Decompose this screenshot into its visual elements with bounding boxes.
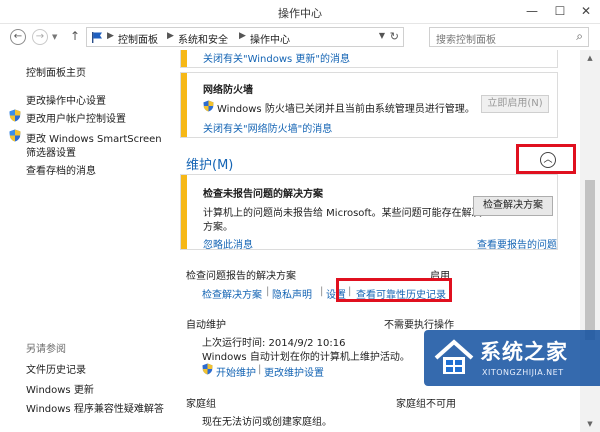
change-maintenance-settings-link[interactable]: 更改维护设置 — [264, 364, 324, 379]
firewall-card: 网络防火墙 Windows 防火墙已关闭并且当前由系统管理员进行管理。 立即启用… — [180, 72, 558, 138]
report-solutions-label: 检查问题报告的解决方案 — [186, 271, 296, 282]
warning-stripe — [181, 50, 187, 67]
recent-pages-dropdown-icon[interactable]: ▼ — [52, 33, 57, 41]
last-run-time: 上次运行时间: 2014/9/2 10:16 — [202, 338, 346, 349]
forward-button[interactable]: → — [32, 29, 48, 45]
sidebar-item-smartscreen[interactable]: 更改 Windows SmartScreen — [26, 130, 162, 145]
windows-update-card: 关闭有关"Windows 更新"的消息 — [180, 50, 558, 68]
see-also-windows-update[interactable]: Windows 更新 — [26, 381, 94, 396]
house-logo-icon — [434, 339, 474, 374]
ignore-message-link[interactable]: 忽略此消息 — [203, 236, 253, 251]
check-solutions-button[interactable]: 检查解决方案 — [473, 196, 553, 216]
warning-stripe — [181, 73, 187, 137]
uac-shield-icon — [202, 363, 213, 375]
close-button[interactable]: ✕ — [572, 0, 600, 22]
problem-reports-card: 检查未报告问题的解决方案 计算机上的问题尚未报告给 Microsoft。某些问题… — [180, 174, 558, 251]
start-maintenance-link[interactable]: 开始维护 — [216, 364, 256, 379]
dismiss-windows-update-link[interactable]: 关闭有关"Windows 更新"的消息 — [203, 50, 350, 65]
search-icon[interactable]: ⌕ — [576, 29, 583, 44]
privacy-statement-link[interactable]: 隐私声明 — [272, 286, 312, 301]
link-separator: | — [258, 364, 262, 375]
check-solutions-link[interactable]: 检查解决方案 — [202, 286, 262, 301]
action-center-flag-icon — [92, 32, 102, 43]
sidebar: 控制面板主页 更改操作中心设置 更改用户帐户控制设置 更改 Windows Sm… — [0, 50, 172, 432]
minimize-button[interactable]: — — [518, 0, 546, 22]
breadcrumb-separator: ▶ — [239, 31, 246, 41]
up-button[interactable]: ↑ — [70, 29, 80, 43]
enable-firewall-button[interactable]: 立即启用(N) — [481, 95, 549, 113]
see-also-file-history[interactable]: 文件历史记录 — [26, 361, 86, 376]
firewall-title: 网络防火墙 — [203, 85, 253, 96]
warning-stripe — [181, 175, 187, 249]
search-placeholder: 搜索控制面板 — [436, 35, 496, 46]
search-box[interactable]: 搜索控制面板 ⌕ — [429, 27, 589, 47]
breadcrumb-separator: ▶ — [167, 31, 174, 41]
uac-shield-icon — [9, 129, 21, 142]
maximize-button[interactable]: ☐ — [546, 0, 574, 22]
breadcrumb-action-center[interactable]: 操作中心 — [250, 31, 290, 46]
problem-card-message-cont: 方案。 — [203, 222, 233, 233]
homegroup-status: 家庭组不可用 — [396, 399, 456, 410]
highlight-box-reliability — [336, 278, 452, 302]
uac-shield-icon — [9, 109, 21, 122]
navigation-bar: ← → ▼ ↑ ▶ 控制面板 ▶ 系统和安全 ▶ 操作中心 ▼ ↻ 搜索控制面板… — [0, 24, 600, 50]
sidebar-home-link[interactable]: 控制面板主页 — [26, 64, 86, 79]
problem-card-message: 计算机上的问题尚未报告给 Microsoft。某些问题可能存在解决 — [203, 208, 482, 219]
firewall-message: Windows 防火墙已关闭并且当前由系统管理员进行管理。 — [217, 104, 475, 115]
homegroup-label: 家庭组 — [186, 399, 216, 410]
scroll-up-icon[interactable]: ▲ — [580, 50, 600, 66]
uac-shield-icon — [203, 100, 214, 112]
sidebar-item-action-center-settings[interactable]: 更改操作中心设置 — [26, 92, 106, 107]
sidebar-item-uac-settings[interactable]: 更改用户帐户控制设置 — [26, 110, 126, 125]
scroll-down-icon[interactable]: ▼ — [580, 416, 600, 432]
back-button[interactable]: ← — [10, 29, 26, 45]
site-watermark: 系统之家 XITONGZHIJIA.NET — [424, 330, 600, 386]
maintenance-section-title[interactable]: 维护(M) — [186, 154, 233, 173]
watermark-text: 系统之家 — [480, 340, 568, 364]
dismiss-firewall-link[interactable]: 关闭有关"网络防火墙"的消息 — [203, 120, 332, 135]
breadcrumb-system-security[interactable]: 系统和安全 — [178, 31, 228, 46]
breadcrumb-separator: ▶ — [107, 31, 114, 41]
auto-maintenance-desc: Windows 自动计划在你的计算机上维护活动。 — [202, 352, 410, 363]
sidebar-item-archived-messages[interactable]: 查看存档的消息 — [26, 162, 96, 177]
breadcrumb-control-panel[interactable]: 控制面板 — [118, 31, 158, 46]
watermark-url: XITONGZHIJIA.NET — [482, 368, 564, 377]
scrollbar-thumb[interactable] — [585, 180, 595, 340]
highlight-box-collapse — [516, 144, 576, 174]
see-also-compat-troubleshooter[interactable]: Windows 程序兼容性疑难解答 — [26, 400, 164, 415]
window-title: 操作中心 — [278, 7, 322, 20]
homegroup-desc: 现在无法访问或创建家庭组。 — [202, 417, 332, 428]
problem-card-title: 检查未报告问题的解决方案 — [203, 189, 323, 200]
address-bar[interactable]: ▶ 控制面板 ▶ 系统和安全 ▶ 操作中心 ▼ ↻ — [86, 27, 404, 47]
link-separator: | — [266, 286, 270, 297]
auto-maintenance-status: 不需要执行操作 — [384, 320, 454, 331]
refresh-icon[interactable]: ↻ — [390, 30, 399, 43]
address-dropdown-icon[interactable]: ▼ — [379, 31, 385, 40]
see-also-title: 另请参阅 — [26, 344, 66, 355]
link-separator: | — [320, 286, 324, 297]
view-reports-link[interactable]: 查看要报告的问题 — [477, 236, 557, 251]
sidebar-item-smartscreen-filter[interactable]: 筛选器设置 — [26, 144, 76, 159]
title-bar: 操作中心 — ☐ ✕ — [0, 0, 600, 24]
auto-maintenance-label: 自动维护 — [186, 320, 226, 331]
